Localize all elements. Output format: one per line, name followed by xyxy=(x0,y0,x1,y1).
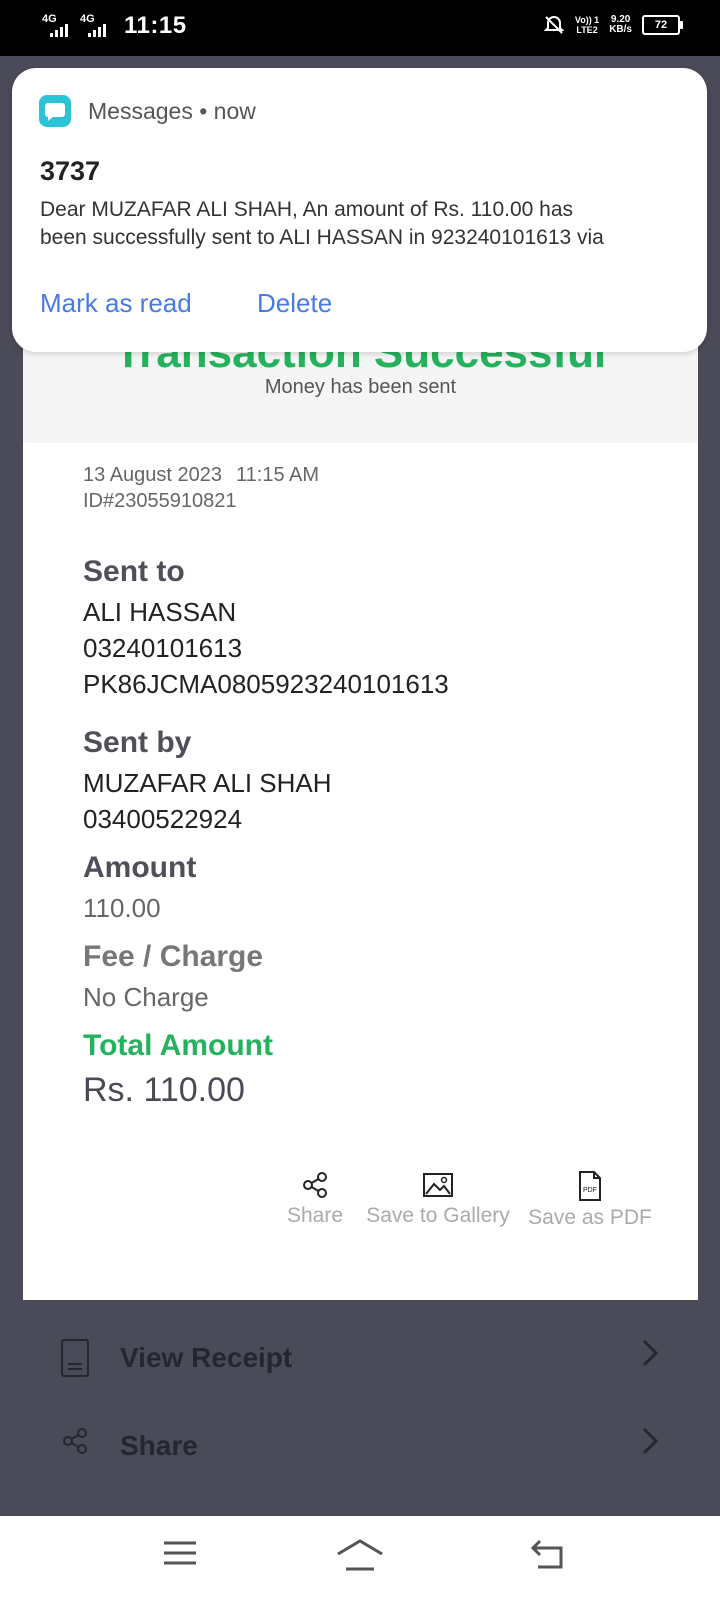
total-amount-value: Rs. 110.00 xyxy=(83,1071,245,1109)
pdf-icon: PDF xyxy=(579,1171,601,1201)
transaction-meta: 13 August 2023 11:15 AM ID#23055910821 xyxy=(83,462,319,514)
svg-text:PDF: PDF xyxy=(583,1187,597,1194)
share-item[interactable]: Share xyxy=(60,1420,660,1480)
home-icon[interactable] xyxy=(336,1538,384,1572)
recipient-name: ALI HASSAN xyxy=(83,597,237,627)
clock: 11:15 xyxy=(124,12,187,39)
messages-app-icon xyxy=(39,95,71,127)
receipt-actions: Share Save to Gallery PDF Save as PDF xyxy=(23,1170,698,1250)
share-label: Share xyxy=(120,1430,198,1461)
network-speed: 9.20 KB/s xyxy=(609,14,632,35)
back-icon[interactable] xyxy=(530,1538,566,1570)
notification-line-2: been successfully sent to ALI HASSAN in … xyxy=(40,226,604,249)
total-amount-label: Total Amount xyxy=(83,1029,273,1062)
transaction-status-subtitle: Money has been sent xyxy=(264,376,457,398)
menu-icon[interactable] xyxy=(162,1538,198,1568)
sent-to-details: ALI HASSAN 03240101613 PK86JCMA080592324… xyxy=(83,594,449,702)
save-as-pdf-action[interactable]: PDF Save as PDF xyxy=(528,1170,652,1230)
sent-by-label: Sent by xyxy=(83,726,192,759)
share-action[interactable]: Share xyxy=(285,1170,345,1228)
save-as-pdf-label: Save as PDF xyxy=(528,1206,652,1229)
notification-app-row: Messages • now xyxy=(88,98,256,125)
separator-dot: • xyxy=(199,98,208,124)
status-bar: 4G 4G 11:15 Vo)) 1 LTE2 9.20 KB/s 72 xyxy=(0,0,720,56)
transaction-date: 13 August 2023 xyxy=(83,464,223,486)
app-name: Messages xyxy=(88,98,193,124)
receipt-icon xyxy=(61,1339,89,1377)
alarm-off-icon xyxy=(543,15,565,34)
sent-to-label: Sent to xyxy=(83,555,185,588)
volte-indicator: Vo)) 1 LTE2 xyxy=(574,15,600,35)
navigation-bar xyxy=(0,1516,720,1600)
gallery-icon xyxy=(423,1173,453,1197)
sent-by-details: MUZAFAR ALI SHAH 03400522924 xyxy=(83,765,332,837)
view-receipt-label: View Receipt xyxy=(120,1342,293,1373)
view-receipt-item[interactable]: View Receipt xyxy=(60,1332,660,1392)
status-left: 4G 4G 11:15 xyxy=(42,12,187,40)
fee-label: Fee / Charge xyxy=(83,940,264,973)
battery-level: 72 xyxy=(654,19,668,31)
signal-icon: 4G xyxy=(42,13,72,39)
transaction-time: 11:15 AM xyxy=(236,464,320,486)
signal-icon-2: 4G xyxy=(80,13,110,39)
notification-time: now xyxy=(213,98,256,124)
share-icon xyxy=(303,1172,327,1198)
amount-value: 110.00 xyxy=(83,893,161,923)
amount-label: Amount xyxy=(83,851,197,884)
status-right: Vo)) 1 LTE2 9.20 KB/s 72 xyxy=(543,14,683,36)
fee-value: No Charge xyxy=(83,982,209,1012)
notification-sender: 3737 xyxy=(40,156,101,186)
delete-button[interactable]: Delete xyxy=(257,288,332,319)
receipt-scallop-edge xyxy=(23,1289,698,1301)
notification-body: Dear MUZAFAR ALI SHAH, An amount of Rs. … xyxy=(40,196,680,252)
notification-line-1: Dear MUZAFAR ALI SHAH, An amount of Rs. … xyxy=(40,198,574,221)
save-to-gallery-action[interactable]: Save to Gallery xyxy=(363,1170,513,1228)
save-to-gallery-label: Save to Gallery xyxy=(366,1204,510,1227)
share-icon xyxy=(63,1428,87,1454)
mark-as-read-button[interactable]: Mark as read xyxy=(40,288,192,319)
recipient-iban: PK86JCMA0805923240101613 xyxy=(83,669,449,699)
transaction-id: ID#23055910821 xyxy=(83,490,237,512)
share-label: Share xyxy=(286,1204,344,1227)
receipt-card: Transaction Successful Money has been se… xyxy=(23,300,698,1300)
sms-notification[interactable]: Messages • now 3737 Dear MUZAFAR ALI SHA… xyxy=(12,68,707,352)
chevron-right-icon xyxy=(642,1339,659,1367)
battery-icon: 72 xyxy=(642,15,683,35)
sender-name: MUZAFAR ALI SHAH xyxy=(83,768,332,798)
recipient-number: 03240101613 xyxy=(83,633,243,663)
chevron-right-icon xyxy=(642,1427,659,1455)
sender-number: 03400522924 xyxy=(83,804,243,834)
